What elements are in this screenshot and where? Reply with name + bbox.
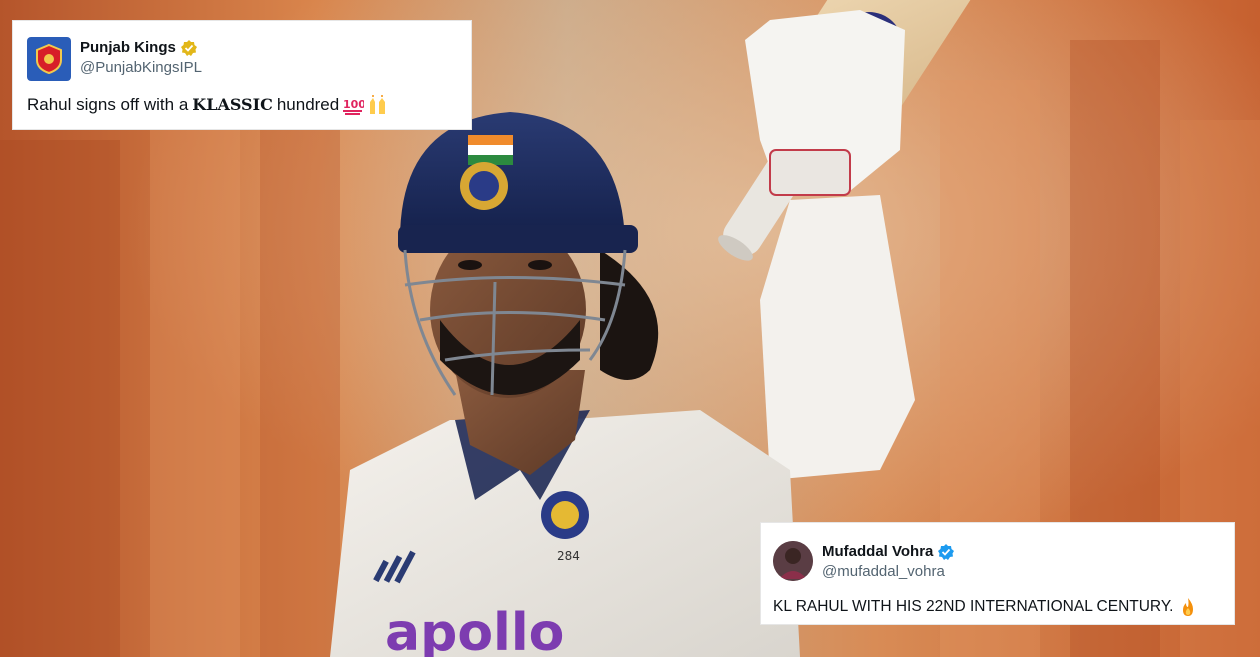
tweet-text-bold: KLASSIC bbox=[192, 95, 273, 114]
tweet-text-body: KL RAHUL WITH HIS 22ND INTERNATIONAL CEN… bbox=[773, 598, 1174, 615]
fire-emoji-icon bbox=[1177, 596, 1199, 618]
tweet-header: Punjab Kings @PunjabKingsIPL bbox=[27, 37, 457, 81]
tweet-text-start: Rahul signs off with a bbox=[27, 95, 189, 114]
svg-text:apollo: apollo bbox=[385, 603, 564, 657]
tweet-text-end: hundred bbox=[276, 95, 340, 114]
author-display-name[interactable]: Punjab Kings bbox=[80, 39, 202, 57]
tweet-text: Rahul signs off with a KLASSIC hundred 1… bbox=[27, 94, 457, 116]
tweet-text: KL RAHUL WITH HIS 22ND INTERNATIONAL CEN… bbox=[773, 596, 1220, 618]
svg-text:284: 284 bbox=[557, 549, 580, 563]
raising-hands-emoji-icon bbox=[367, 94, 389, 116]
hundred-points-emoji-icon: 100 bbox=[342, 94, 364, 116]
shield-logo-icon bbox=[36, 43, 62, 75]
gold-verified-badge-icon bbox=[180, 39, 198, 57]
mufaddal-vohra-avatar[interactable] bbox=[773, 541, 813, 581]
display-name-text: Punjab Kings bbox=[80, 39, 176, 56]
punjab-kings-logo-avatar[interactable] bbox=[27, 37, 71, 81]
author-display-name[interactable]: Mufaddal Vohra bbox=[822, 543, 955, 561]
blue-verified-badge-icon bbox=[937, 543, 955, 561]
tweet-author: Punjab Kings @PunjabKingsIPL bbox=[80, 37, 202, 78]
svg-text:100: 100 bbox=[343, 98, 364, 111]
tweet-card-punjab-kings[interactable]: Punjab Kings @PunjabKingsIPL Rahul signs… bbox=[12, 20, 472, 130]
author-handle[interactable]: @mufaddal_vohra bbox=[822, 562, 955, 582]
tweet-card-mufaddal-vohra[interactable]: Mufaddal Vohra @mufaddal_vohra KL RAHUL … bbox=[760, 522, 1235, 625]
tweet-header: Mufaddal Vohra @mufaddal_vohra bbox=[773, 541, 1220, 582]
tweet-author: Mufaddal Vohra @mufaddal_vohra bbox=[822, 541, 955, 582]
profile-photo-icon bbox=[773, 541, 813, 581]
display-name-text: Mufaddal Vohra bbox=[822, 543, 934, 560]
author-handle[interactable]: @PunjabKingsIPL bbox=[80, 58, 202, 78]
